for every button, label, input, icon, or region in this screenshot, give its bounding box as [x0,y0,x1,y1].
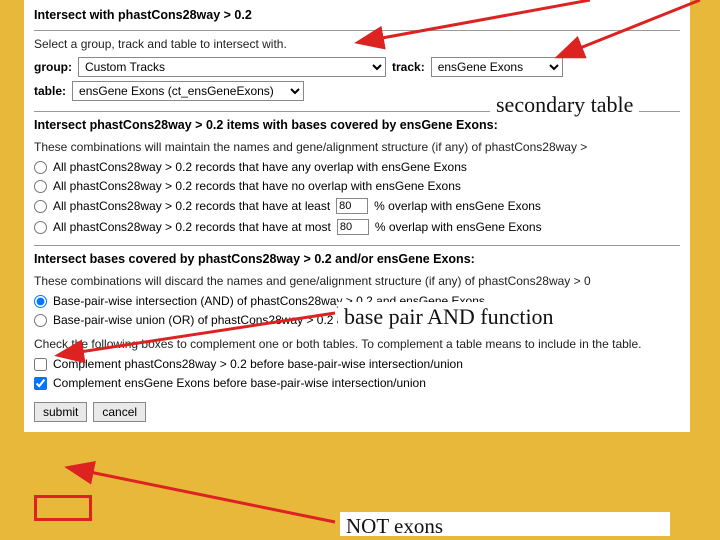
complement-secondary-label: Complement ensGene Exons before base-pai… [53,376,426,390]
submit-button[interactable]: submit [34,402,87,422]
track-label: track: [392,60,425,74]
overlap-atleast-label-a: All phastCons28way > 0.2 records that ha… [53,199,330,213]
overlap-atmost-radio[interactable] [34,221,47,234]
page-title: Intersect with phastCons28way > 0.2 [34,8,680,22]
overlap-none-label: All phastCons28way > 0.2 records that ha… [53,179,461,193]
complement-primary-label: Complement phastCons28way > 0.2 before b… [53,357,463,371]
track-select[interactable]: ensGene Exons [431,57,563,77]
overlap-any-label: All phastCons28way > 0.2 records that ha… [53,160,467,174]
callout-basepair-and: base pair AND function [338,302,560,332]
section2-instr: These combinations will maintain the nam… [34,140,680,154]
divider [34,30,680,31]
callout-not-exons: NOT exons [340,512,670,536]
section2-title: Intersect phastCons28way > 0.2 items wit… [34,118,680,132]
overlap-atleast-radio[interactable] [34,200,47,213]
group-select[interactable]: Custom Tracks [78,57,386,77]
callout-secondary-table: secondary table [490,90,639,120]
table-label: table: [34,84,66,98]
overlap-atmost-row: All phastCons28way > 0.2 records that ha… [34,219,680,235]
cancel-button[interactable]: cancel [93,402,146,422]
section3-instr: These combinations will discard the name… [34,274,680,288]
complement-primary-checkbox[interactable] [34,358,47,371]
overlap-atleast-row: All phastCons28way > 0.2 records that ha… [34,198,680,214]
overlap-none-row: All phastCons28way > 0.2 records that ha… [34,179,680,193]
table-select[interactable]: ensGene Exons (ct_ensGeneExons) [72,81,304,101]
overlap-atmost-label-b: % overlap with ensGene Exons [375,220,542,234]
instruction-select: Select a group, track and table to inter… [34,37,680,51]
bpwise-and-radio[interactable] [34,295,47,308]
overlap-none-radio[interactable] [34,180,47,193]
overlap-atleast-label-b: % overlap with ensGene Exons [374,199,541,213]
complement-secondary-checkbox[interactable] [34,377,47,390]
overlap-atmost-label-a: All phastCons28way > 0.2 records that ha… [53,220,331,234]
bpwise-or-radio[interactable] [34,314,47,327]
overlap-any-radio[interactable] [34,161,47,174]
button-row: submit cancel [34,402,680,422]
overlap-any-row: All phastCons28way > 0.2 records that ha… [34,160,680,174]
highlight-submit-box [34,495,92,521]
section3-title: Intersect bases covered by phastCons28wa… [34,252,680,266]
row-group-track: group: Custom Tracks track: ensGene Exon… [34,57,680,77]
overlap-atmost-input[interactable] [337,219,369,235]
overlap-atleast-input[interactable] [336,198,368,214]
intersect-form: Intersect with phastCons28way > 0.2 Sele… [24,0,690,432]
complement-note: Check the following boxes to complement … [34,337,680,351]
complement-primary-row: Complement phastCons28way > 0.2 before b… [34,357,680,371]
group-label: group: [34,60,72,74]
divider [34,245,680,246]
complement-secondary-row: Complement ensGene Exons before base-pai… [34,376,680,390]
